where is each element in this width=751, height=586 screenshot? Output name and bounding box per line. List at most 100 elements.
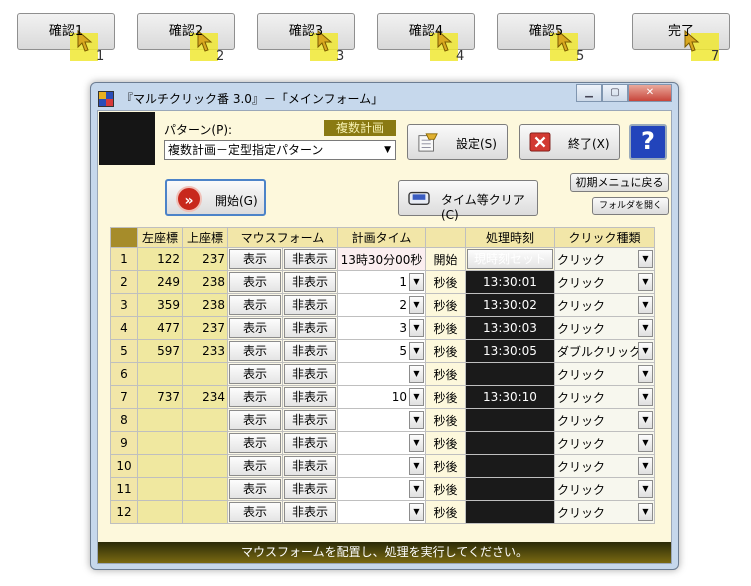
show-form-button[interactable]: 表示: [229, 502, 281, 522]
click-type-select[interactable]: クリック ▼: [554, 293, 655, 317]
plan-time-start-cell[interactable]: 13時30分00秒: [337, 247, 426, 271]
confirm-button-3[interactable]: 確認3 3: [257, 13, 355, 64]
y-coordinate-cell[interactable]: [182, 362, 228, 386]
chevron-down-icon[interactable]: ▼: [409, 411, 424, 429]
y-coordinate-cell[interactable]: 233: [182, 339, 228, 363]
x-coordinate-cell[interactable]: [137, 500, 183, 524]
chevron-down-icon[interactable]: ▼: [409, 457, 424, 475]
chevron-down-icon[interactable]: ▼: [409, 388, 424, 406]
hide-form-button[interactable]: 非表示: [284, 387, 336, 407]
y-coordinate-cell[interactable]: 238: [182, 293, 228, 317]
chevron-down-icon[interactable]: ▼: [638, 365, 653, 383]
click-type-select[interactable]: クリック ▼: [554, 454, 655, 478]
chevron-down-icon[interactable]: ▼: [638, 434, 653, 452]
x-coordinate-cell[interactable]: [137, 362, 183, 386]
chevron-down-icon[interactable]: ▼: [409, 319, 424, 337]
chevron-down-icon[interactable]: ▼: [638, 250, 653, 268]
plan-time-cell[interactable]: 2 ▼: [337, 293, 426, 317]
y-coordinate-cell[interactable]: [182, 454, 228, 478]
click-type-select[interactable]: クリック ▼: [554, 362, 655, 386]
plan-time-cell[interactable]: 10 ▼: [337, 385, 426, 409]
plan-time-cell[interactable]: ▼: [337, 362, 426, 386]
initial-menu-button[interactable]: 初期メニュに戻る: [570, 173, 669, 192]
y-coordinate-cell[interactable]: 237: [182, 247, 228, 271]
hide-form-button[interactable]: 非表示: [284, 364, 336, 384]
x-coordinate-cell[interactable]: 737: [137, 385, 183, 409]
plan-time-cell[interactable]: ▼: [337, 431, 426, 455]
hide-form-button[interactable]: 非表示: [284, 433, 336, 453]
y-coordinate-cell[interactable]: 237: [182, 316, 228, 340]
show-form-button[interactable]: 表示: [229, 341, 281, 361]
click-type-select[interactable]: クリック ▼: [554, 408, 655, 432]
hide-form-button[interactable]: 非表示: [284, 249, 336, 269]
show-form-button[interactable]: 表示: [229, 456, 281, 476]
y-coordinate-cell[interactable]: [182, 500, 228, 524]
show-form-button[interactable]: 表示: [229, 272, 281, 292]
click-type-select[interactable]: クリック ▼: [554, 316, 655, 340]
y-coordinate-cell[interactable]: [182, 408, 228, 432]
click-type-select[interactable]: クリック ▼: [554, 247, 655, 271]
plan-time-cell[interactable]: 1 ▼: [337, 270, 426, 294]
click-type-select[interactable]: クリック ▼: [554, 500, 655, 524]
chevron-down-icon[interactable]: ▼: [409, 273, 424, 291]
show-form-button[interactable]: 表示: [229, 410, 281, 430]
x-coordinate-cell[interactable]: 122: [137, 247, 183, 271]
chevron-down-icon[interactable]: ▼: [409, 434, 424, 452]
chevron-down-icon[interactable]: ▼: [638, 411, 653, 429]
confirm-button-5[interactable]: 確認5 5: [497, 13, 595, 64]
chevron-down-icon[interactable]: ▼: [638, 503, 653, 521]
chevron-down-icon[interactable]: ▼: [638, 388, 653, 406]
confirm-button-1[interactable]: 確認1 1: [17, 13, 115, 64]
complete-button[interactable]: 完了 7: [632, 13, 730, 64]
hide-form-button[interactable]: 非表示: [284, 502, 336, 522]
hide-form-button[interactable]: 非表示: [284, 479, 336, 499]
x-coordinate-cell[interactable]: [137, 408, 183, 432]
chevron-down-icon[interactable]: ▼: [638, 319, 653, 337]
hide-form-button[interactable]: 非表示: [284, 295, 336, 315]
show-form-button[interactable]: 表示: [229, 318, 281, 338]
settings-button[interactable]: 設定(S): [407, 124, 508, 160]
click-type-select[interactable]: クリック ▼: [554, 431, 655, 455]
hide-form-button[interactable]: 非表示: [284, 318, 336, 338]
chevron-down-icon[interactable]: ▼: [638, 273, 653, 291]
chevron-down-icon[interactable]: ▼: [638, 296, 653, 314]
hide-form-button[interactable]: 非表示: [284, 341, 336, 361]
click-type-select[interactable]: クリック ▼: [554, 270, 655, 294]
show-form-button[interactable]: 表示: [229, 249, 281, 269]
close-icon[interactable]: ✕: [628, 84, 672, 102]
exit-button[interactable]: 終了(X): [519, 124, 620, 160]
plan-time-cell[interactable]: ▼: [337, 408, 426, 432]
show-form-button[interactable]: 表示: [229, 364, 281, 384]
chevron-down-icon[interactable]: ▼: [409, 480, 424, 498]
x-coordinate-cell[interactable]: 249: [137, 270, 183, 294]
confirm-button-4[interactable]: 確認4 4: [377, 13, 475, 64]
x-coordinate-cell[interactable]: 597: [137, 339, 183, 363]
click-type-select[interactable]: クリック ▼: [554, 477, 655, 501]
chevron-down-icon[interactable]: ▼: [638, 480, 653, 498]
plan-time-cell[interactable]: ▼: [337, 477, 426, 501]
click-type-select[interactable]: クリック ▼: [554, 385, 655, 409]
show-form-button[interactable]: 表示: [229, 479, 281, 499]
maximize-icon[interactable]: ▢: [602, 84, 628, 102]
clear-time-button[interactable]: タイム等クリア(C): [398, 180, 538, 222]
click-type-select[interactable]: ダブルクリック ▼: [554, 339, 655, 363]
set-current-time-button[interactable]: 現時刻セット: [467, 249, 553, 269]
chevron-down-icon[interactable]: ▼: [409, 503, 424, 521]
start-button[interactable]: » 開始(G): [165, 179, 266, 216]
show-form-button[interactable]: 表示: [229, 433, 281, 453]
hide-form-button[interactable]: 非表示: [284, 456, 336, 476]
plan-time-cell[interactable]: ▼: [337, 454, 426, 478]
show-form-button[interactable]: 表示: [229, 295, 281, 315]
confirm-button-2[interactable]: 確認2 2: [137, 13, 235, 64]
y-coordinate-cell[interactable]: [182, 477, 228, 501]
title-bar[interactable]: 『マルチクリック番 3.0』－「メインフォーム」 ▁ ▢ ✕: [91, 83, 678, 111]
x-coordinate-cell[interactable]: 477: [137, 316, 183, 340]
y-coordinate-cell[interactable]: 234: [182, 385, 228, 409]
chevron-down-icon[interactable]: ▼: [409, 342, 424, 360]
show-form-button[interactable]: 表示: [229, 387, 281, 407]
pattern-select[interactable]: 複数計画－定型指定パターン ▼: [164, 140, 396, 160]
chevron-down-icon[interactable]: ▼: [638, 457, 653, 475]
help-button[interactable]: ?: [629, 124, 667, 160]
hide-form-button[interactable]: 非表示: [284, 272, 336, 292]
chevron-down-icon[interactable]: ▼: [638, 342, 653, 360]
